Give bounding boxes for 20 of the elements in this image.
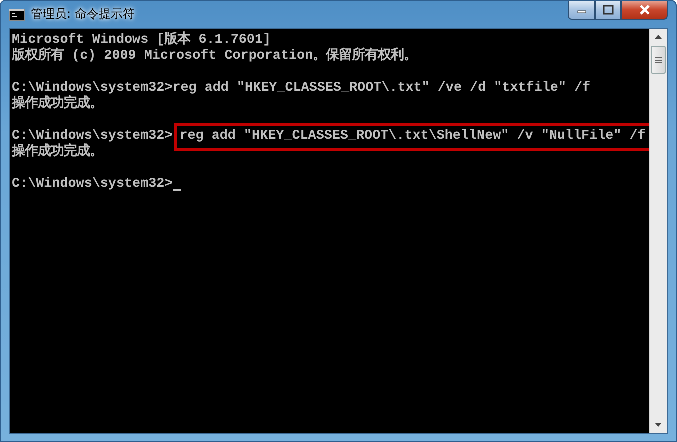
maximize-button[interactable] [595,1,621,20]
command-text: reg add "HKEY_CLASSES_ROOT\.txt" /ve /d "txtfile" /f [172,81,591,97]
text-cursor [172,189,181,191]
console-icon [9,8,25,20]
command-prompt: C:\Windows\system32> [12,81,173,96]
command-text: reg add "HKEY_CLASSES_ROOT\.txt\ShellNew" /v "NullFile" /f [180,129,646,145]
console-output: 操作成功完成。 [12,145,103,161]
scrollbar[interactable] [649,29,667,433]
console-output: 操作成功完成。 [12,97,103,113]
command-prompt: C:\Windows\system32> [12,129,173,144]
console-output: 版权所有 (c) 2009 Microsoft Corporation。保留所有权利。 [12,49,418,65]
window-title: 管理员: 命令提示符 [31,6,136,23]
scroll-thumb[interactable] [651,46,666,74]
grip-icon [655,56,662,64]
minimize-button[interactable] [568,1,595,20]
maximize-icon [602,5,614,15]
close-icon [638,5,650,15]
close-button[interactable] [621,1,668,20]
console-output: Microsoft Windows [版本 6.1.7601] [12,33,272,48]
command-prompt: C:\Windows\system32> [12,177,173,193]
